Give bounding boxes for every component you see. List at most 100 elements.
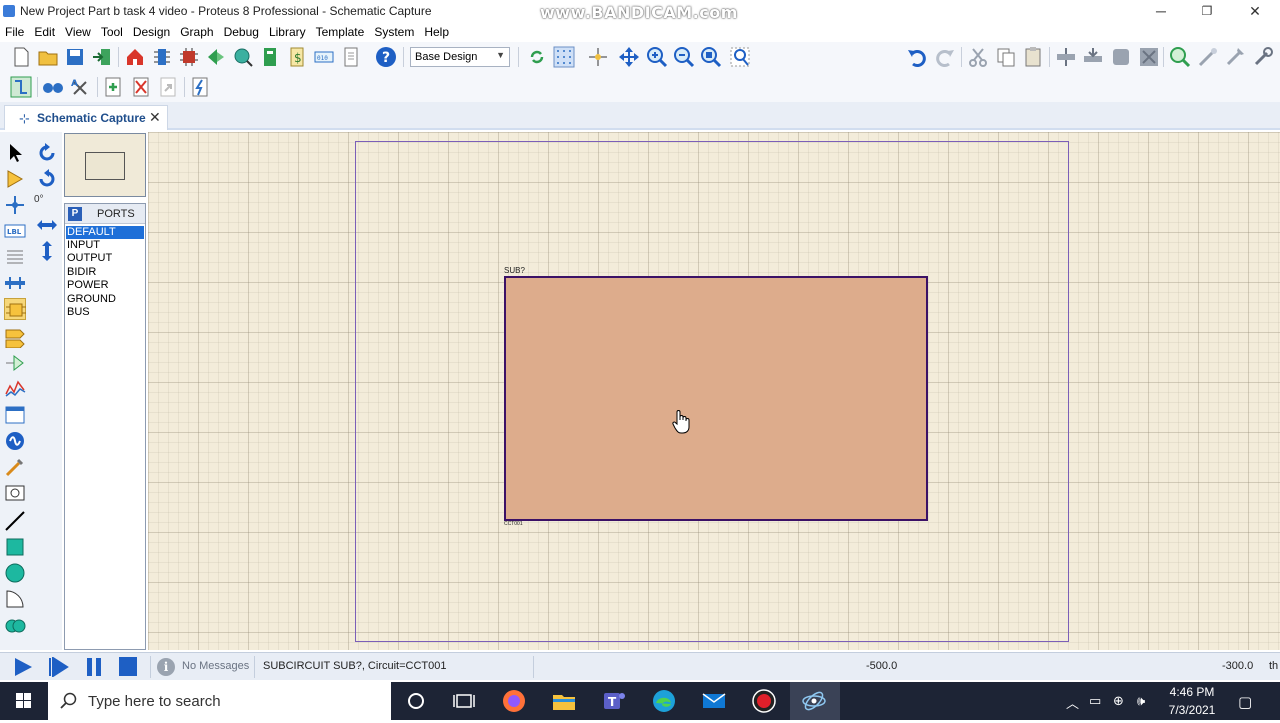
undo-icon[interactable] [906, 46, 928, 68]
probe-mode-icon[interactable] [4, 456, 26, 478]
mirror-horizontal-icon[interactable] [36, 214, 58, 236]
3d-visualizer-icon[interactable] [205, 46, 227, 68]
mirror-vertical-icon[interactable] [36, 240, 58, 262]
active-popup-mode-icon[interactable] [4, 404, 26, 426]
remove-sheet-icon[interactable] [130, 76, 152, 98]
help-icon[interactable]: ? [375, 46, 397, 68]
new-sheet-icon[interactable] [102, 76, 124, 98]
property-assignment-icon[interactable]: A [70, 76, 92, 98]
menu-template[interactable]: Template [311, 23, 370, 39]
menu-tool[interactable]: Tool [96, 23, 128, 39]
port-item-bus[interactable]: BUS [66, 306, 144, 319]
port-item-input[interactable]: INPUT [66, 239, 144, 252]
port-item-default[interactable]: DEFAULT [66, 226, 144, 239]
line-mode-icon[interactable] [4, 510, 26, 532]
notification-center-icon[interactable]: ▢ [1238, 693, 1254, 711]
paste-icon[interactable] [1022, 46, 1044, 68]
bandicam-record-icon[interactable] [750, 687, 780, 715]
new-file-icon[interactable] [10, 46, 32, 68]
tab-schematic-capture[interactable]: ⊹ Schematic Capture ✕ [4, 105, 168, 130]
clock-time[interactable]: 4:46 PM [1168, 685, 1216, 699]
zoom-out-icon[interactable] [673, 46, 695, 68]
rotate-anticlockwise-icon[interactable] [36, 168, 58, 190]
zoom-area-icon[interactable] [729, 46, 751, 68]
play-simulation-icon[interactable] [12, 657, 34, 677]
mail-icon[interactable] [700, 687, 730, 715]
clock-date[interactable]: 7/3/2021 [1164, 703, 1220, 717]
generator-mode-icon[interactable] [4, 430, 26, 452]
arc-mode-icon[interactable] [4, 588, 26, 610]
block-delete-icon[interactable] [1138, 46, 1160, 68]
overview-preview[interactable] [64, 133, 146, 197]
home-page-icon[interactable] [124, 46, 146, 68]
box-mode-icon[interactable] [4, 536, 26, 558]
task-view-icon[interactable] [450, 687, 480, 715]
file-explorer-icon[interactable] [550, 687, 580, 715]
pan-icon[interactable] [618, 46, 640, 68]
redo-icon[interactable] [934, 46, 956, 68]
selection-mode-icon[interactable] [4, 142, 26, 164]
schematic-canvas[interactable]: SUB? CCT001 [148, 132, 1280, 650]
text-script-mode-icon[interactable] [4, 246, 26, 268]
message-count[interactable]: No Messages [182, 660, 249, 672]
circle-mode-icon[interactable] [4, 562, 26, 584]
network-icon[interactable]: ⊕ [1113, 693, 1129, 709]
subcircuit-mode-icon[interactable] [4, 298, 26, 320]
project-notes-icon[interactable] [340, 46, 362, 68]
virtual-instruments-mode-icon[interactable] [4, 482, 26, 504]
schematic-icon[interactable] [151, 46, 173, 68]
grid-toggle-icon[interactable] [553, 46, 575, 68]
step-simulation-icon[interactable] [47, 656, 69, 678]
exit-to-parent-icon[interactable] [157, 76, 179, 98]
search-and-tag-icon[interactable] [42, 76, 64, 98]
origin-icon[interactable] [587, 46, 609, 68]
buses-mode-icon[interactable] [4, 272, 26, 294]
chevron-up-icon[interactable]: ︿ [1066, 693, 1082, 711]
junction-dot-mode-icon[interactable] [4, 194, 26, 216]
port-item-power[interactable]: POWER [66, 279, 144, 292]
block-rotate-icon[interactable] [1110, 46, 1132, 68]
menu-debug[interactable]: Debug [219, 23, 264, 39]
firefox-icon[interactable] [500, 687, 530, 715]
start-button[interactable] [0, 682, 48, 720]
volume-icon[interactable]: 🕪 [1137, 693, 1153, 709]
refresh-icon[interactable] [526, 46, 548, 68]
port-item-bidir[interactable]: BIDIR [66, 266, 144, 279]
zoom-all-icon[interactable] [700, 46, 722, 68]
gerber-viewer-icon[interactable] [232, 46, 254, 68]
design-explorer-icon[interactable] [259, 46, 281, 68]
menu-file[interactable]: File [0, 23, 29, 39]
graph-mode-icon[interactable] [4, 378, 26, 400]
design-variant-select[interactable]: Base Design ▼ [410, 47, 510, 67]
minimize-button[interactable]: ─ [1138, 0, 1184, 23]
source-code-icon[interactable]: 010 [313, 46, 335, 68]
menu-system[interactable]: System [369, 23, 419, 39]
import-icon[interactable] [91, 46, 113, 68]
make-device-icon[interactable] [1197, 46, 1219, 68]
stop-simulation-icon[interactable] [117, 657, 139, 677]
port-item-output[interactable]: OUTPUT [66, 252, 144, 265]
wire-label-mode-icon[interactable]: LBL [4, 220, 26, 242]
teams-icon[interactable]: T [600, 687, 630, 715]
subcircuit-block[interactable] [504, 276, 928, 521]
menu-help[interactable]: Help [419, 23, 454, 39]
edge-icon[interactable] [650, 687, 680, 715]
pause-simulation-icon[interactable] [83, 657, 105, 677]
block-move-icon[interactable] [1082, 46, 1104, 68]
menu-edit[interactable]: Edit [29, 23, 60, 39]
close-window-button[interactable]: ✕ [1232, 0, 1278, 23]
close-tab-icon[interactable]: ✕ [149, 109, 161, 126]
device-pins-mode-icon[interactable] [4, 352, 26, 374]
wire-autorouter-icon[interactable] [10, 76, 32, 98]
pick-ports-button[interactable]: P [68, 207, 82, 221]
pcb-layout-icon[interactable] [178, 46, 200, 68]
taskbar-search-box[interactable]: Type here to search [48, 682, 391, 720]
component-mode-icon[interactable] [4, 168, 26, 190]
menu-design[interactable]: Design [128, 23, 175, 39]
battery-icon[interactable]: ▭ [1089, 693, 1105, 709]
block-copy-icon[interactable] [1055, 46, 1077, 68]
pick-device-icon[interactable] [1169, 46, 1191, 68]
closed-path-mode-icon[interactable] [4, 614, 26, 636]
save-icon[interactable] [64, 46, 86, 68]
rotate-clockwise-icon[interactable] [36, 142, 58, 164]
